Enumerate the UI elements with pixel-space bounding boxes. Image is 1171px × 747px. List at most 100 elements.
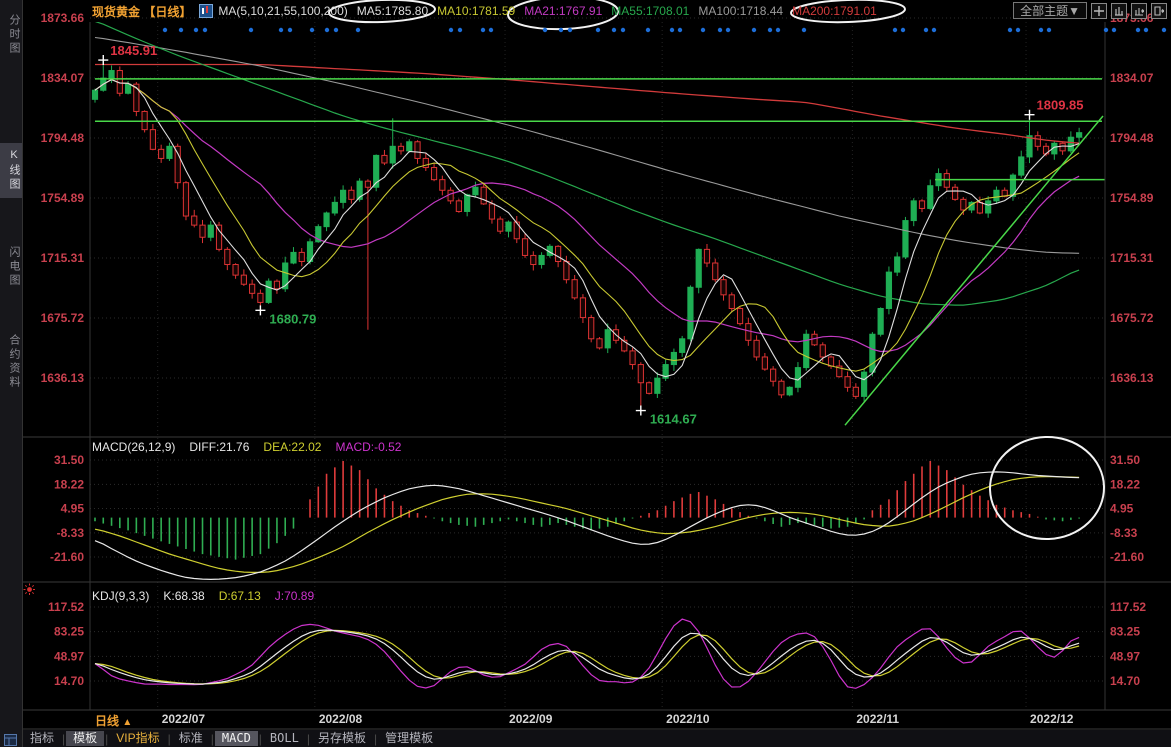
- ma200-line: [95, 65, 1079, 144]
- axis-label: 14.70: [54, 674, 84, 688]
- scale-right-icon[interactable]: [1131, 3, 1147, 19]
- axis-label: 1675.72: [41, 311, 85, 325]
- axis-label: 48.97: [54, 649, 84, 663]
- macd-layer[interactable]: [95, 461, 1079, 579]
- macd-dea-value: DEA:22.02: [263, 440, 321, 454]
- axis-label: 1636.13: [41, 371, 85, 385]
- ma200-value: MA200:1791.01: [792, 4, 877, 18]
- chart-canvas[interactable]: 1873.661873.661834.071834.071794.481794.…: [0, 0, 1171, 747]
- axis-label: 2022/10: [666, 712, 710, 726]
- period-selector[interactable]: 日线 ▲: [95, 712, 132, 729]
- chart-header: 现货黄金 【日线】 MA(5,10,21,55,100,200) MA5:178…: [23, 0, 1171, 22]
- price-mark-label: 1845.91: [110, 43, 157, 58]
- price-cross-marker: [255, 305, 265, 315]
- sidebar-item-4[interactable]: 合约资料: [0, 328, 22, 396]
- indicator-settings-icon[interactable]: [23, 583, 36, 601]
- highlight-ellipse-annotation: [988, 435, 1105, 541]
- kdj-title: KDJ(9,3,3): [92, 589, 149, 603]
- axis-label: 2022/08: [319, 712, 363, 726]
- sidebar: 分时图 K线图闪电图合约资料: [0, 0, 23, 747]
- bottom-toolbar: 指标|模板|VIP指标|标准|MACD|BOLL|另存模板|管理模板: [23, 730, 1171, 747]
- toolbar-tab-4[interactable]: 标准: [172, 731, 210, 746]
- sidebar-item-3[interactable]: 闪电图: [0, 240, 22, 294]
- axis-label: 1834.07: [41, 71, 85, 85]
- axis-label: 2022/07: [162, 712, 206, 726]
- symbol-title: 现货黄金 【日线】: [92, 3, 191, 20]
- ma-group-label: MA(5,10,21,55,100,200): [218, 4, 347, 18]
- kdj-layer[interactable]: [95, 619, 1079, 688]
- axis-label: 1754.89: [1110, 191, 1154, 205]
- period-dropdown-arrow-icon: ▲: [122, 717, 132, 728]
- axis-label: 1636.13: [1110, 371, 1154, 385]
- axis-label: 1834.07: [1110, 71, 1154, 85]
- trend-drawn-line[interactable]: [845, 116, 1103, 425]
- price-mark-label: 1680.79: [269, 311, 316, 326]
- toolbar-tab-6[interactable]: BOLL: [263, 731, 306, 746]
- ma10-line: [95, 80, 1079, 372]
- axis-label: 1715.31: [1110, 251, 1154, 265]
- axis-label: -21.60: [50, 550, 84, 564]
- axis-label: 2022/11: [856, 712, 899, 726]
- axis-label: 1675.72: [1110, 311, 1154, 325]
- axis-label: 117.52: [48, 600, 84, 614]
- axis-label: 4.95: [61, 502, 85, 516]
- ma100-line: [95, 38, 1079, 254]
- axis-labels: 1873.661873.661834.071834.071794.481794.…: [22, 11, 1171, 729]
- axis-label: 1794.48: [41, 131, 85, 145]
- zoom-fit-icon[interactable]: [1111, 3, 1127, 19]
- trading-app-window: 1873.661873.661834.071834.071794.481794.…: [0, 0, 1171, 747]
- diff-line: [95, 472, 1079, 580]
- window-layout-icon[interactable]: [4, 733, 17, 747]
- toolbar-tab-8[interactable]: 管理模板: [378, 731, 440, 746]
- toolbar-tab-3[interactable]: VIP指标: [109, 731, 166, 746]
- k-line: [95, 630, 1079, 684]
- axis-label: 31.50: [54, 453, 84, 467]
- theme-selector-button[interactable]: 全部主题▼: [1013, 2, 1087, 19]
- pan-icon[interactable]: [1091, 3, 1107, 19]
- candlestick-series: [92, 60, 1081, 410]
- axis-label: 117.52: [1110, 600, 1146, 614]
- sidebar-item-2[interactable]: K线图: [0, 143, 22, 198]
- kdj-panel-header: KDJ(9,3,3) K:68.38 D:67.13 J:70.89: [92, 589, 314, 603]
- main-chart-layer[interactable]: [92, 21, 1105, 425]
- toolbar-tab-7[interactable]: 另存模板: [311, 731, 373, 746]
- kdj-k-value: K:68.38: [163, 589, 204, 603]
- ma10-value: MA10:1781.59: [437, 4, 515, 18]
- j-line: [95, 619, 1079, 688]
- macd-diff-value: DIFF:21.76: [189, 440, 249, 454]
- event-dot-markers: [163, 28, 1166, 32]
- sidebar-item-1[interactable]: 分时图: [0, 8, 22, 62]
- price-mark-label: 1614.67: [650, 412, 697, 427]
- axis-label: 2022/09: [509, 712, 553, 726]
- axis-label: 31.50: [1110, 453, 1140, 467]
- axis-label: 14.70: [1110, 674, 1140, 688]
- kdj-j-value: J:70.89: [275, 589, 314, 603]
- axis-label: 1794.48: [1110, 131, 1154, 145]
- toolbar-tab-5[interactable]: MACD: [215, 731, 258, 746]
- macd-title: MACD(26,12,9): [92, 440, 175, 454]
- axis-label: 48.97: [1110, 649, 1140, 663]
- axis-label: -21.60: [1110, 550, 1144, 564]
- axis-label: 1754.89: [41, 191, 85, 205]
- kdj-d-value: D:67.13: [219, 589, 261, 603]
- axis-label: 4.95: [1110, 502, 1134, 516]
- axis-label: 83.25: [54, 625, 84, 639]
- axis-label: 18.22: [1110, 477, 1140, 491]
- ma21-value: MA21:1767.91: [524, 4, 602, 18]
- toolbar-tab-1[interactable]: 指标: [23, 731, 61, 746]
- axis-label: 2022/12: [1030, 712, 1074, 726]
- price-cross-marker: [636, 406, 646, 416]
- macd-panel-header: MACD(26,12,9) DIFF:21.76 DEA:22.02 MACD:…: [92, 440, 401, 454]
- axis-label: 18.22: [54, 477, 84, 491]
- ma55-value: MA55:1708.01: [611, 4, 689, 18]
- price-mark-label: 1809.85: [1037, 98, 1084, 113]
- detach-window-icon[interactable]: [1151, 3, 1167, 19]
- toolbar-tab-2[interactable]: 模板: [66, 731, 104, 746]
- kline-settings-icon[interactable]: [199, 4, 213, 18]
- axis-label: -8.33: [1110, 526, 1138, 540]
- period-label: 日线: [95, 714, 119, 728]
- axis-label: -8.33: [57, 526, 85, 540]
- price-cross-marker: [98, 55, 108, 65]
- macd-hist-value: MACD:-0.52: [335, 440, 401, 454]
- ma21-line: [95, 80, 1079, 352]
